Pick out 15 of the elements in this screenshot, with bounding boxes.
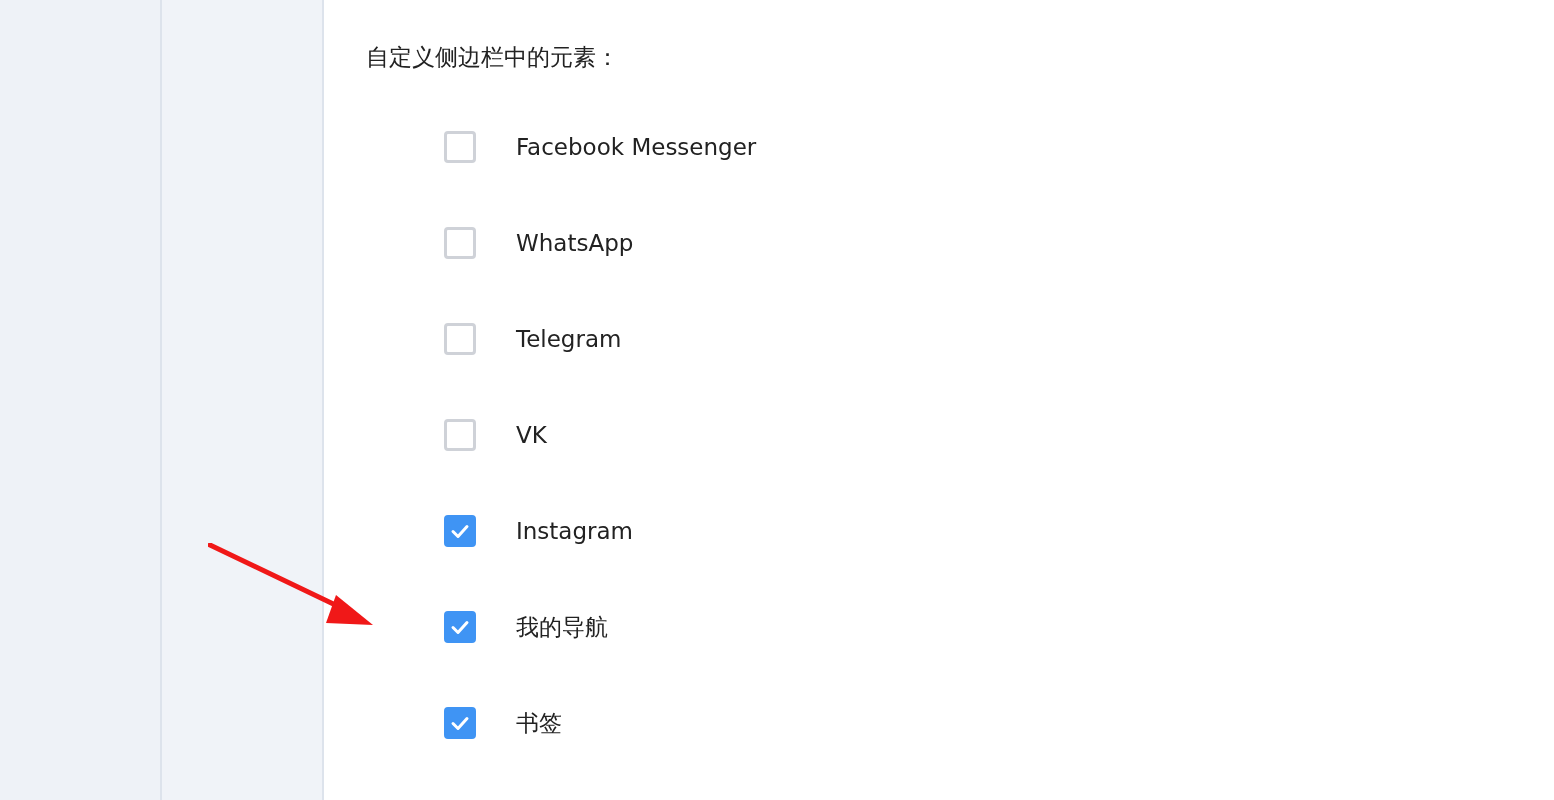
checkbox-label: VK [516,422,547,448]
checkbox[interactable] [444,515,476,547]
section-heading: 自定义侧边栏中的元素： [366,43,620,72]
checkbox[interactable] [444,707,476,739]
checkbox-label: Telegram [516,326,622,352]
checkbox-label: Instagram [516,518,633,544]
checkbox-label: Facebook Messenger [516,134,757,160]
checkbox[interactable] [444,323,476,355]
checkbox[interactable] [444,227,476,259]
checkbox-label: WhatsApp [516,230,634,256]
checkbox[interactable] [444,611,476,643]
checkbox[interactable] [444,419,476,451]
checkbox-label: 我的导航 [516,612,608,642]
checkbox-label: 书签 [516,708,562,738]
checkbox[interactable] [444,131,476,163]
